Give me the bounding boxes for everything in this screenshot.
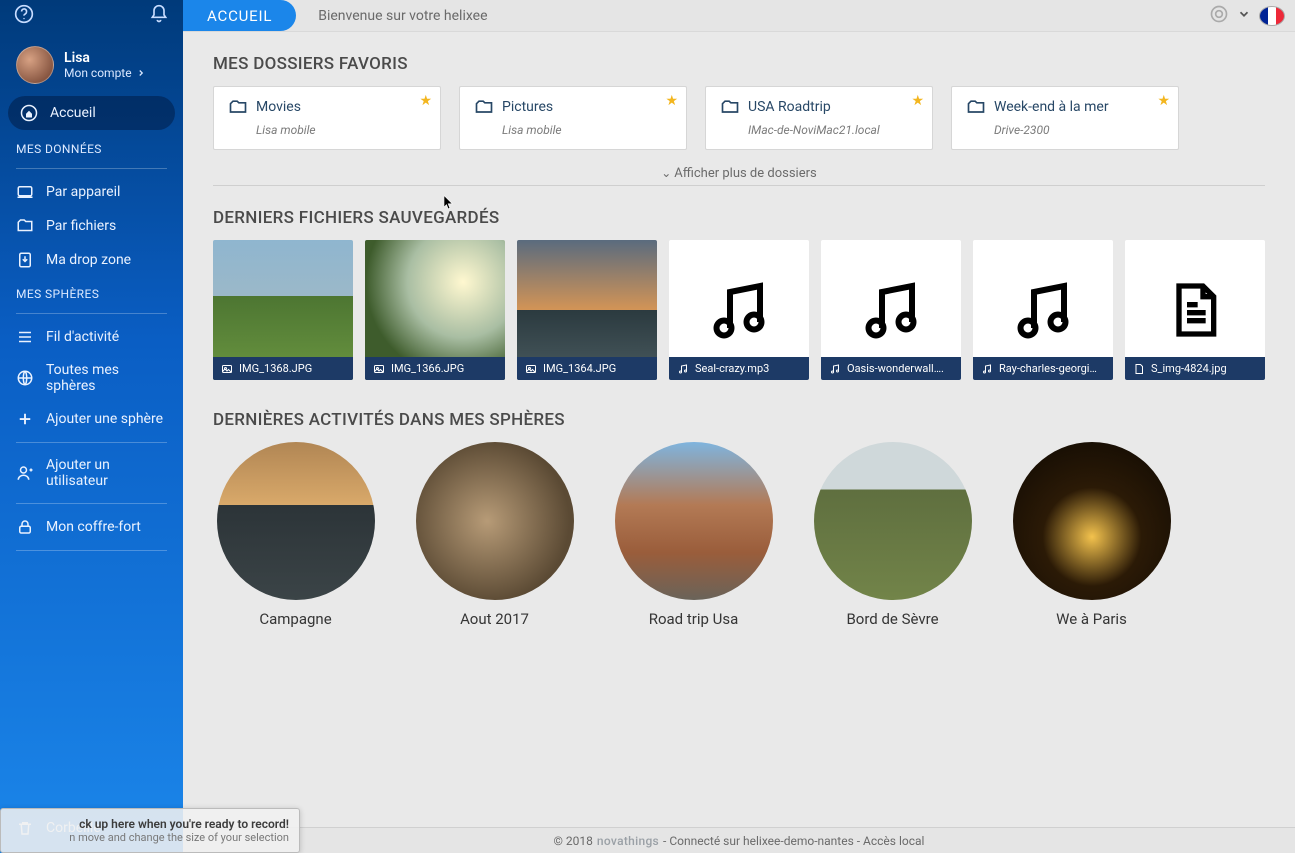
image-icon xyxy=(373,363,385,375)
footer-copyright: © 2018 xyxy=(554,834,593,848)
music-icon xyxy=(855,274,927,346)
file-name: Ray-charles-georgi… xyxy=(999,362,1097,375)
folder-location: Drive-2300 xyxy=(994,123,1164,137)
recording-hint-overlay: ck up here when you're ready to record! … xyxy=(0,808,300,853)
folder-location: Lisa mobile xyxy=(256,123,426,137)
file-card[interactable]: IMG_1364.JPG xyxy=(517,240,657,380)
sphere-thumbnail xyxy=(416,442,574,600)
file-card[interactable]: IMG_1368.JPG xyxy=(213,240,353,380)
nav-add-sphere[interactable]: Ajouter une sphère xyxy=(0,402,183,436)
folder-name: USA Roadtrip xyxy=(748,99,831,115)
star-icon: ★ xyxy=(419,93,432,109)
file-name: S_img-4824.jpg xyxy=(1151,362,1227,375)
main: ACCUEIL Bienvenue sur votre helixee MES … xyxy=(183,0,1295,853)
nav-vault[interactable]: Mon coffre-fort xyxy=(0,510,183,544)
topbar-tab-home[interactable]: ACCUEIL xyxy=(183,0,296,31)
music-icon xyxy=(677,363,689,375)
favorite-folder[interactable]: ★ Week-end à la mer Drive-2300 xyxy=(951,86,1179,150)
favorite-folder[interactable]: ★ USA Roadtrip IMac-de-NoviMac21.local xyxy=(705,86,933,150)
star-icon: ★ xyxy=(1157,93,1170,109)
welcome-text: Bienvenue sur votre helixee xyxy=(296,0,1199,31)
sphere-item[interactable]: Road trip Usa xyxy=(611,442,776,628)
sphere-item[interactable]: Campagne xyxy=(213,442,378,628)
nav-section-spheres: MES SPHÈRES xyxy=(0,277,183,307)
sphere-label: Road trip Usa xyxy=(649,610,739,628)
sphere-thumbnail xyxy=(217,442,375,600)
nav-all-spheres[interactable]: Toutes mes sphères xyxy=(0,354,183,402)
music-icon xyxy=(703,274,775,346)
sphere-label: Campagne xyxy=(259,610,331,628)
nav-by-device[interactable]: Par appareil xyxy=(0,175,183,209)
user-name: Lisa xyxy=(64,50,146,66)
file-card[interactable]: Oasis-wonderwall…. xyxy=(821,240,961,380)
favorite-folder[interactable]: ★ Movies Lisa mobile xyxy=(213,86,441,150)
footer: © 2018 novathings - Connecté sur helixee… xyxy=(183,827,1295,853)
nav-by-files[interactable]: Par fichiers xyxy=(0,209,183,243)
document-icon xyxy=(1133,363,1145,375)
file-name: Seal-crazy.mp3 xyxy=(695,362,769,375)
target-icon[interactable] xyxy=(1209,4,1229,28)
folder-location: Lisa mobile xyxy=(502,123,672,137)
sphere-thumbnail xyxy=(615,442,773,600)
folder-name: Week-end à la mer xyxy=(994,99,1109,115)
music-icon xyxy=(1007,274,1079,346)
sphere-label: Aout 2017 xyxy=(460,610,529,628)
file-name: Oasis-wonderwall…. xyxy=(847,362,944,375)
sphere-label: Bord de Sèvre xyxy=(846,610,938,628)
folder-name: Pictures xyxy=(502,99,553,115)
music-icon xyxy=(981,363,993,375)
account-link[interactable]: Mon compte xyxy=(64,66,146,80)
document-icon xyxy=(1163,278,1227,342)
star-icon: ★ xyxy=(665,93,678,109)
file-name: IMG_1368.JPG xyxy=(239,362,312,375)
notifications-icon[interactable] xyxy=(149,4,169,28)
file-name: IMG_1366.JPG xyxy=(391,362,464,375)
nav-add-user[interactable]: Ajouter un utilisateur xyxy=(0,449,183,497)
sidebar: Lisa Mon compte Accueil MES DONNÉES Par … xyxy=(0,0,183,853)
file-card[interactable]: IMG_1366.JPG xyxy=(365,240,505,380)
file-name: IMG_1364.JPG xyxy=(543,362,616,375)
image-icon xyxy=(525,363,537,375)
folder-location: IMac-de-NoviMac21.local xyxy=(748,123,918,137)
nav-home[interactable]: Accueil xyxy=(8,96,175,130)
spheres-grid: Campagne Aout 2017 Road trip Usa Bord de… xyxy=(213,442,1265,628)
user-account-row[interactable]: Lisa Mon compte xyxy=(0,32,183,94)
sphere-thumbnail xyxy=(814,442,972,600)
sphere-item[interactable]: Aout 2017 xyxy=(412,442,577,628)
topbar: ACCUEIL Bienvenue sur votre helixee xyxy=(183,0,1295,32)
sphere-label: We à Paris xyxy=(1056,610,1127,628)
sphere-item[interactable]: Bord de Sèvre xyxy=(810,442,975,628)
sphere-thumbnail xyxy=(1013,442,1171,600)
music-icon xyxy=(829,363,841,375)
file-card[interactable]: Seal-crazy.mp3 xyxy=(669,240,809,380)
recent-files-grid: IMG_1368.JPG IMG_1366.JPG IMG_1364.JPG S… xyxy=(213,240,1265,380)
footer-status: - Connecté sur helixee-demo-nantes - Acc… xyxy=(663,834,924,848)
nav-section-data: MES DONNÉES xyxy=(0,132,183,162)
section-spheres-title: DERNIÈRES ACTIVITÉS DANS MES SPHÈRES xyxy=(213,410,1265,430)
section-recent-title: DERNIERS FICHIERS SAUVEGARDÉS xyxy=(213,208,1265,228)
sphere-item[interactable]: We à Paris xyxy=(1009,442,1174,628)
favorite-folder[interactable]: ★ Pictures Lisa mobile xyxy=(459,86,687,150)
star-icon: ★ xyxy=(911,93,924,109)
image-icon xyxy=(221,363,233,375)
footer-brand: novathings xyxy=(597,834,659,848)
avatar xyxy=(16,46,54,84)
file-card[interactable]: Ray-charles-georgi… xyxy=(973,240,1113,380)
folder-name: Movies xyxy=(256,99,301,115)
language-dropdown[interactable] xyxy=(1237,6,1251,25)
flag-france-icon[interactable] xyxy=(1259,6,1285,26)
nav-activity-feed[interactable]: Fil d'activité xyxy=(0,320,183,354)
favorites-grid: ★ Movies Lisa mobile ★ Pictures Lisa mob… xyxy=(213,86,1265,150)
file-card[interactable]: S_img-4824.jpg xyxy=(1125,240,1265,380)
help-icon[interactable] xyxy=(14,4,34,28)
nav-dropzone[interactable]: Ma drop zone xyxy=(0,243,183,277)
show-more-folders[interactable]: Afficher plus de dossiers xyxy=(213,160,1265,186)
section-favorites-title: MES DOSSIERS FAVORIS xyxy=(213,54,1265,74)
